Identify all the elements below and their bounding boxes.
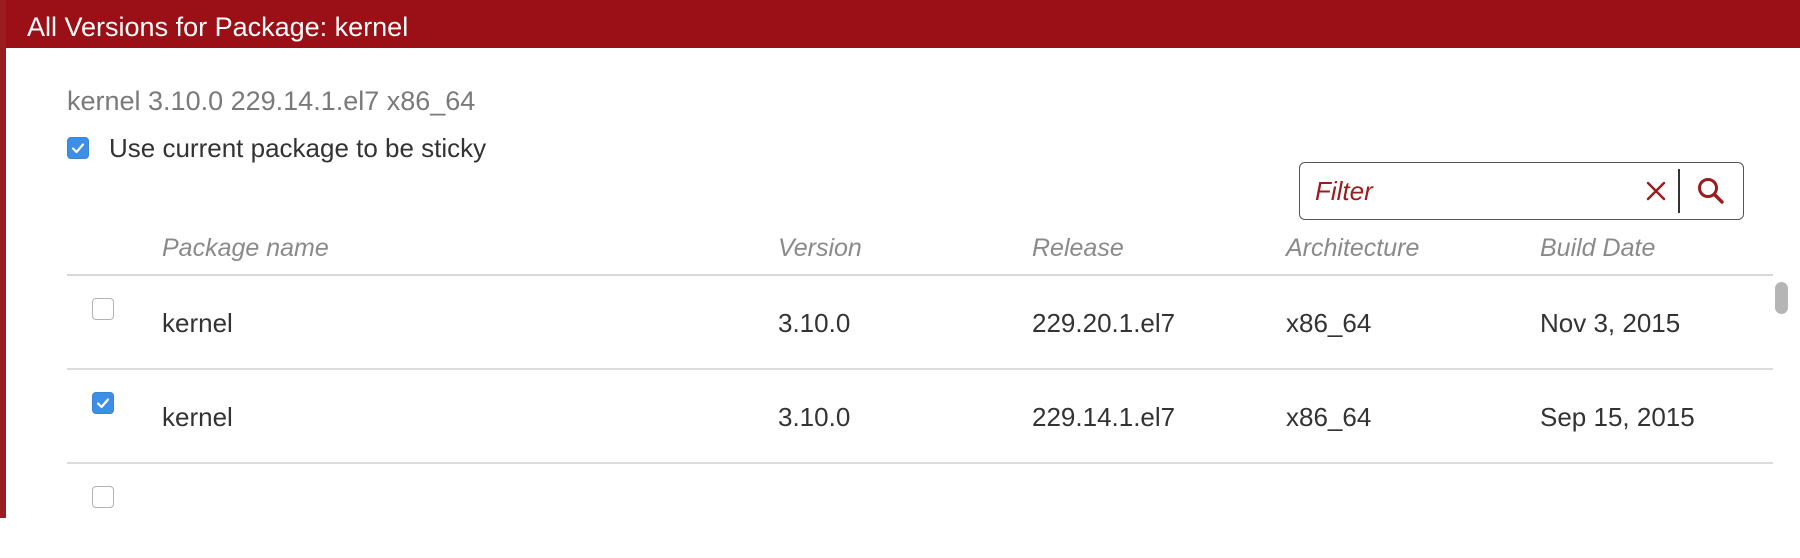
release-cell: 229.14.1.el7 [1032, 402, 1176, 432]
current-package-label: kernel 3.10.0 229.14.1.el7 x86_64 [67, 86, 476, 116]
row-checkbox[interactable] [92, 298, 114, 320]
version-cell: 3.10.0 [778, 308, 851, 338]
checkmark-icon [96, 398, 110, 409]
sticky-label: Use current package to be sticky [109, 132, 487, 163]
release-cell: 229.20.1.el7 [1032, 308, 1176, 338]
row-checkbox[interactable] [92, 392, 114, 414]
table-row[interactable] [67, 464, 1773, 558]
column-header-version[interactable]: Version [778, 234, 862, 263]
checkmark-icon [71, 143, 85, 154]
version-cell: 3.10.0 [778, 402, 851, 432]
package-name-cell: kernel [162, 402, 233, 432]
architecture-cell: x86_64 [1286, 402, 1372, 432]
dialog-title: All Versions for Package: kernel [6, 0, 1800, 48]
column-header-architecture[interactable]: Architecture [1286, 234, 1419, 263]
filter-box [1299, 162, 1744, 220]
search-icon[interactable] [1695, 175, 1727, 207]
table-row[interactable]: kernel 3.10.0 229.20.1.el7 x86_64 Nov 3,… [67, 276, 1773, 370]
column-header-release[interactable]: Release [1032, 234, 1124, 263]
architecture-cell: x86_64 [1286, 308, 1372, 338]
column-header-package-name[interactable]: Package name [162, 234, 329, 263]
package-name-cell: kernel [162, 308, 233, 338]
column-header-build-date[interactable]: Build Date [1540, 234, 1655, 263]
scrollbar-thumb[interactable] [1775, 282, 1788, 314]
table-scrollbar[interactable] [1774, 272, 1790, 518]
build-date-cell: Nov 3, 2015 [1540, 308, 1681, 338]
filter-input[interactable] [1315, 173, 1645, 209]
close-icon[interactable] [1644, 179, 1668, 203]
versions-dialog: All Versions for Package: kernel kernel … [6, 0, 1800, 518]
build-date-cell: Sep 15, 2015 [1540, 402, 1695, 432]
sticky-checkbox[interactable] [67, 137, 89, 159]
table-row[interactable]: kernel 3.10.0 229.14.1.el7 x86_64 Sep 15… [67, 370, 1773, 464]
row-checkbox[interactable] [92, 486, 114, 508]
sticky-option[interactable]: Use current package to be sticky [67, 132, 486, 164]
filter-divider [1678, 169, 1680, 213]
